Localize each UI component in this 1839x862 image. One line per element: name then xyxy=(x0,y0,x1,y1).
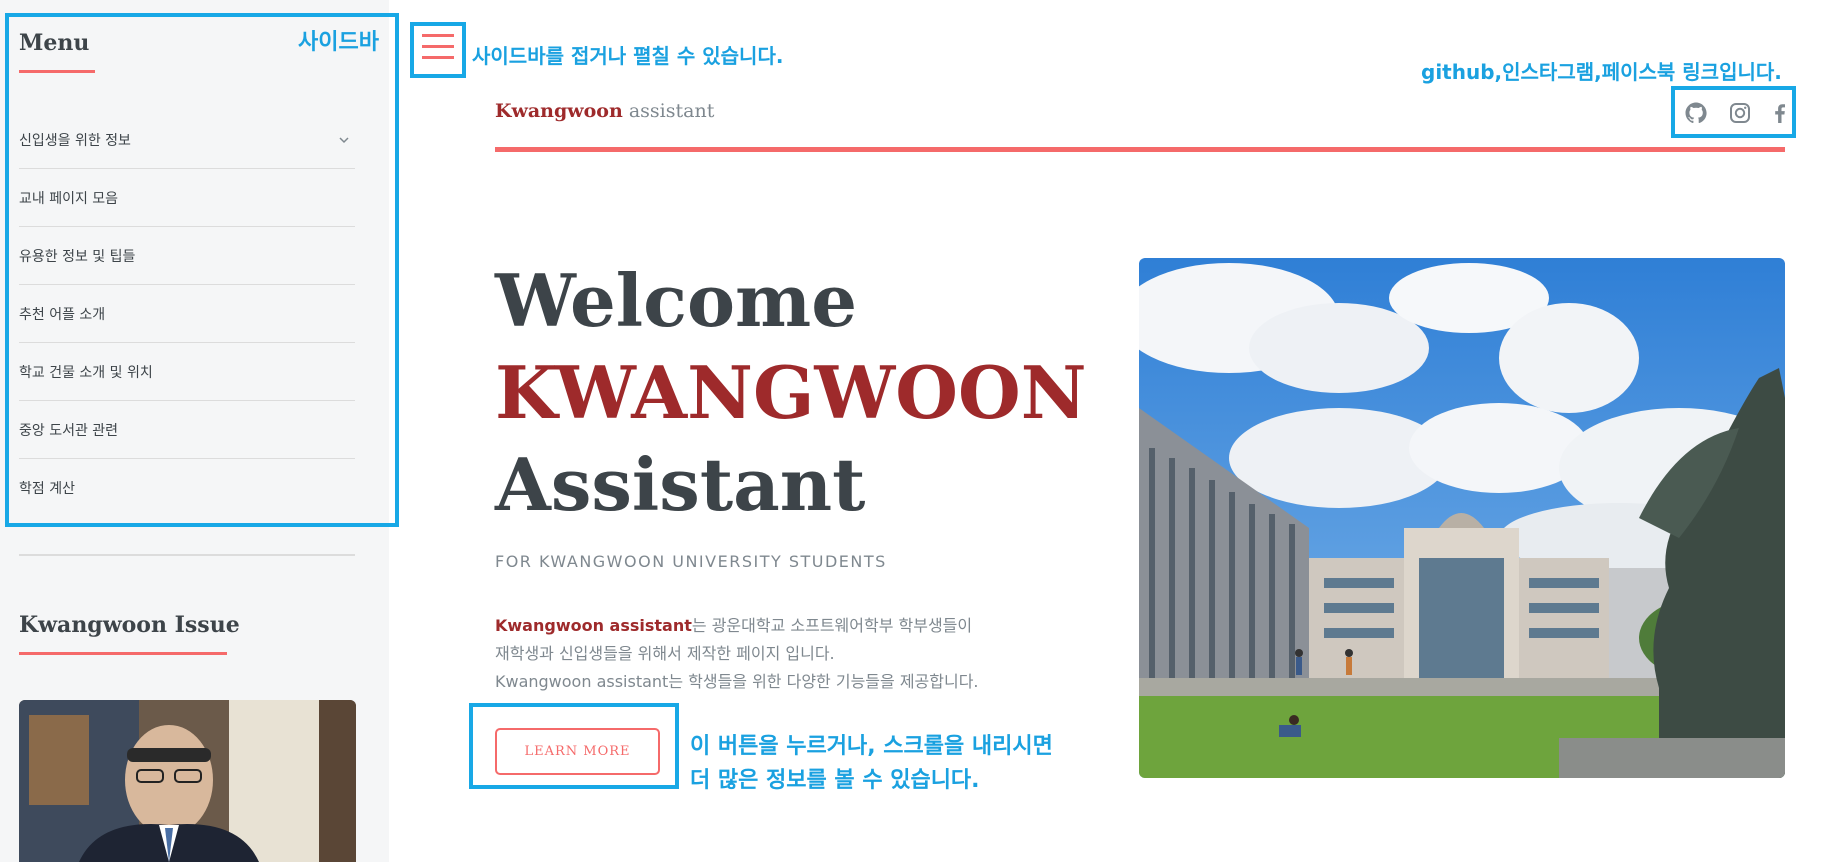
hero-title-kwangwoon: KWANGWOON xyxy=(495,350,1087,435)
issue-photo[interactable] xyxy=(19,700,356,862)
annotation-sidebar-box xyxy=(5,13,399,527)
description-brand: Kwangwoon assistant xyxy=(495,616,692,635)
issue-heading-underline xyxy=(19,652,227,655)
issue-heading: Kwangwoon Issue xyxy=(19,612,240,638)
hero-title-assistant: Assistant xyxy=(495,442,866,527)
site-logo[interactable]: Kwangwoon assistant xyxy=(495,100,714,122)
annotation-social-label: github,인스타그램,페이스북 링크입니다. xyxy=(1421,60,1782,84)
annotation-toggle-box xyxy=(410,22,466,78)
annotation-sidebar-label: 사이드바 xyxy=(298,30,379,55)
description-line-2: 재학생과 신입생들을 위해서 제작한 페이지 입니다. xyxy=(495,644,835,663)
annotation-toggle-label: 사이드바를 접거나 펼칠 수 있습니다. xyxy=(472,44,784,68)
hero-title: Welcome KWANGWOON Assistant xyxy=(495,255,1087,531)
instagram-icon[interactable] xyxy=(1728,101,1752,125)
campus-photo xyxy=(1139,258,1785,778)
logo-rest: assistant xyxy=(628,100,715,122)
hero-subtitle: FOR KWANGWOON UNIVERSITY STUDENTS xyxy=(495,552,887,571)
sidebar-divider xyxy=(19,554,355,556)
description-line-1-rest: 는 광운대학교 소프트웨어학부 학부생들이 xyxy=(691,616,973,635)
github-icon[interactable] xyxy=(1684,101,1708,125)
description-line-3: Kwangwoon assistant는 학생들을 위한 다양한 기능들을 제공… xyxy=(495,672,979,691)
hero-description: Kwangwoon assistant는 광운대학교 소프트웨어학부 학부생들이… xyxy=(495,612,979,696)
annotation-learn-more-box xyxy=(469,703,679,789)
annotation-learn-more-line1: 이 버튼을 누르거나, 스크롤을 내리시면 xyxy=(690,734,1053,759)
annotation-learn-more-line2: 더 많은 정보를 볼 수 있습니다. xyxy=(690,768,980,793)
facebook-icon[interactable] xyxy=(1768,101,1792,125)
description-line-1: Kwangwoon assistant는 광운대학교 소프트웨어학부 학부생들이 xyxy=(495,612,979,640)
logo-brand: Kwangwoon xyxy=(495,100,623,122)
issue-photo-image xyxy=(19,700,356,862)
campus-image xyxy=(1139,258,1785,778)
header-divider xyxy=(495,147,1785,152)
hero-title-welcome: Welcome xyxy=(495,258,858,343)
